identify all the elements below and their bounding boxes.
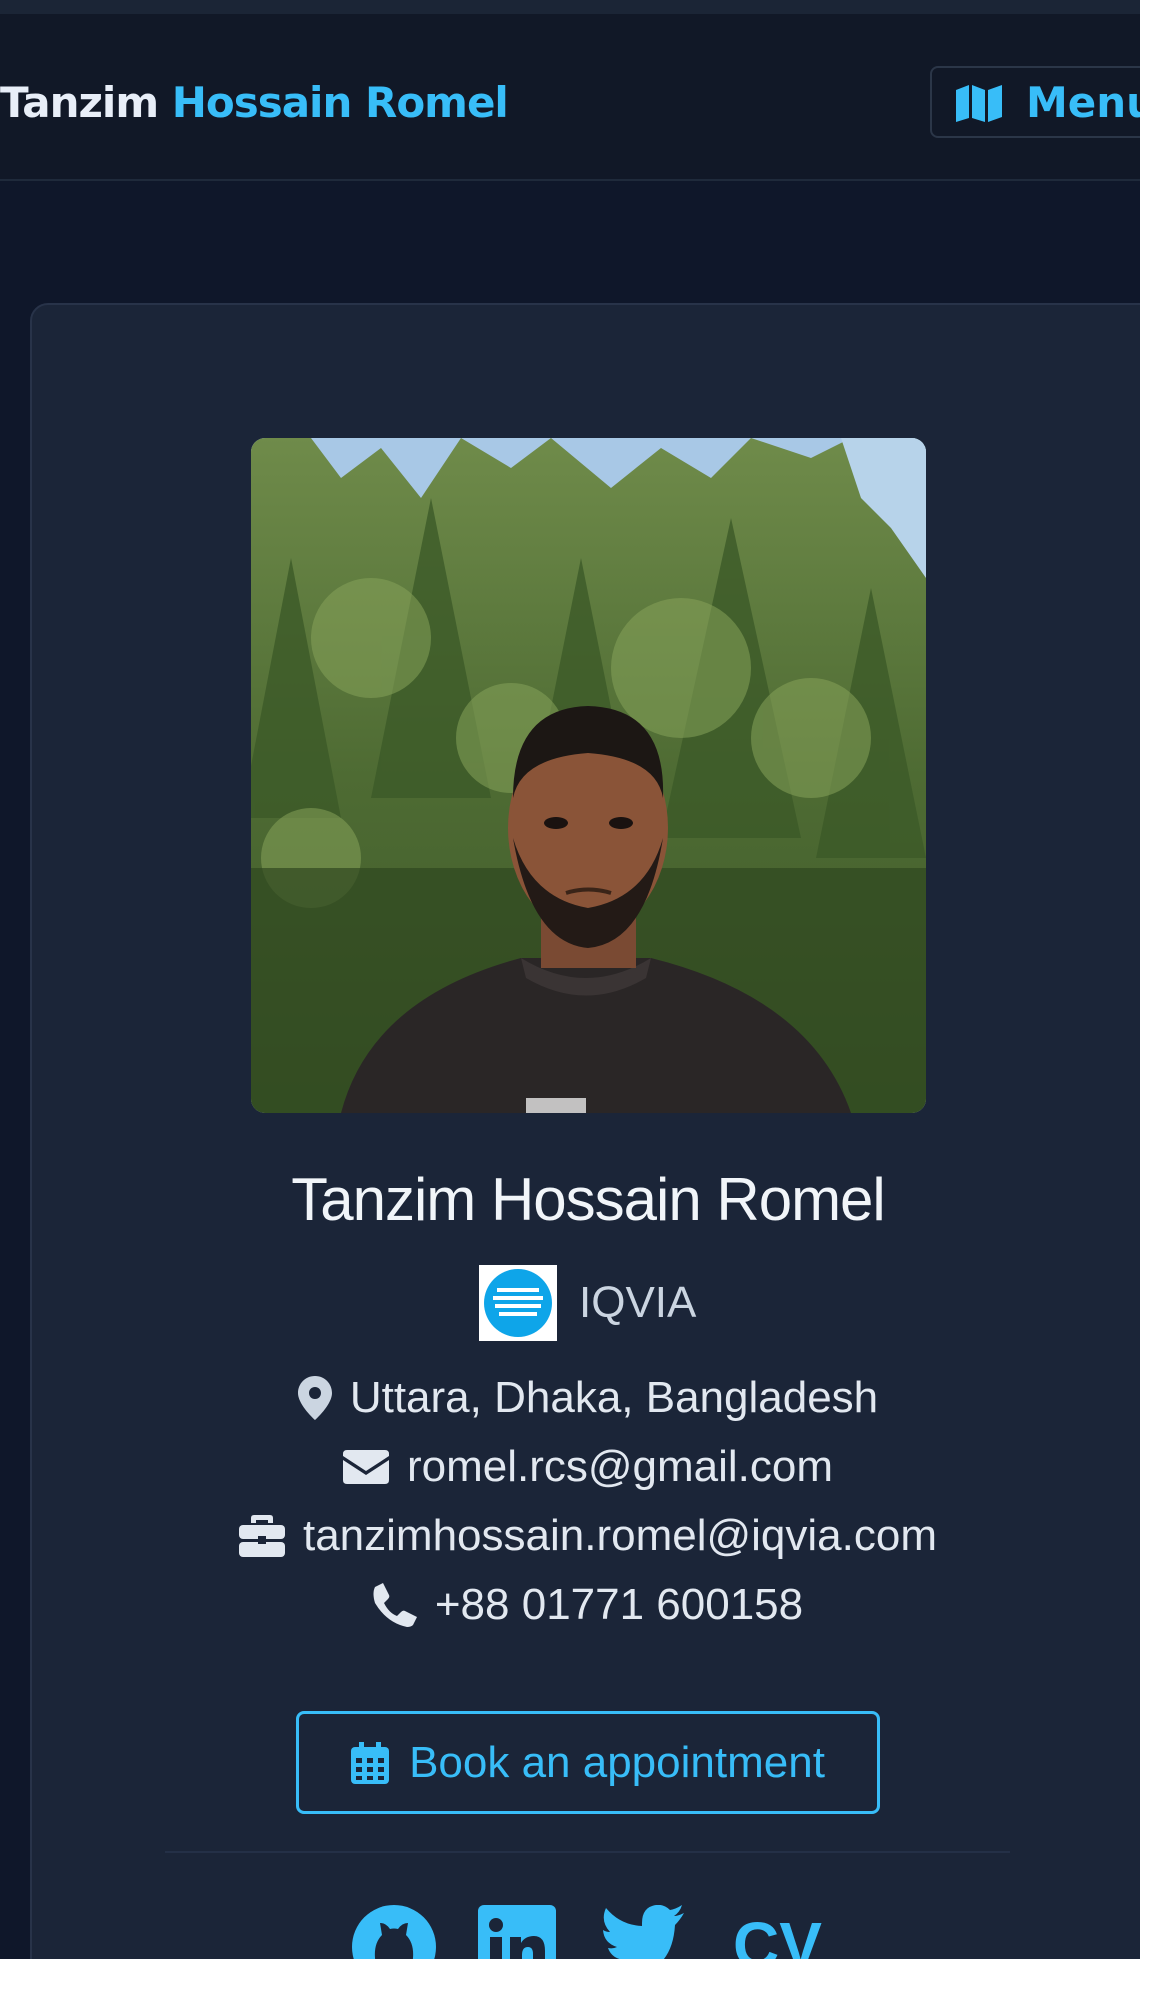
email-row[interactable]: romel.rcs@gmail.com xyxy=(0,1442,1140,1492)
book-appointment-label: Book an appointment xyxy=(409,1737,825,1787)
menu-button[interactable]: Menu xyxy=(930,66,1140,138)
location-text: Uttara, Dhaka, Bangladesh xyxy=(349,1373,879,1422)
phone-icon xyxy=(373,1583,417,1627)
calendar-icon xyxy=(351,1741,390,1784)
work-email-row[interactable]: tanzimhossain.romel@iqvia.com xyxy=(0,1511,1140,1561)
profile-photo xyxy=(251,438,926,1113)
divider xyxy=(165,1851,1010,1853)
brand-link[interactable]: Tanzim Hossain Romel xyxy=(0,78,509,127)
twitter-icon xyxy=(603,1905,684,1959)
brand-rest: Hossain Romel xyxy=(158,78,509,127)
top-strip xyxy=(0,0,1140,14)
briefcase-icon xyxy=(238,1515,285,1557)
map-icon xyxy=(956,85,1002,122)
company-row: IQVIA xyxy=(479,1264,696,1342)
cv-link[interactable]: CV xyxy=(733,1908,822,1959)
profile-name: Tanzim Hossain Romel xyxy=(291,1166,886,1233)
location-row: Uttara, Dhaka, Bangladesh xyxy=(0,1373,1140,1423)
page: Tanzim Hossain Romel Menu xyxy=(0,0,1140,1959)
company-logo xyxy=(479,1265,557,1341)
github-link[interactable] xyxy=(352,1905,436,1959)
envelope-icon xyxy=(342,1450,389,1484)
book-appointment-button[interactable]: Book an appointment xyxy=(296,1711,880,1814)
company-name: IQVIA xyxy=(579,1278,697,1327)
phone-text: +88 01771 600158 xyxy=(434,1580,804,1629)
github-icon xyxy=(352,1905,436,1959)
linkedin-icon xyxy=(478,1905,556,1959)
navbar: Tanzim Hossain Romel Menu xyxy=(0,14,1140,181)
work-email-text: tanzimhossain.romel@iqvia.com xyxy=(302,1511,937,1560)
brand-first: Tanzim xyxy=(0,78,159,127)
location-pin-icon xyxy=(297,1376,332,1420)
linkedin-link[interactable] xyxy=(478,1905,556,1959)
twitter-link[interactable] xyxy=(600,1905,684,1959)
email-text: romel.rcs@gmail.com xyxy=(406,1442,834,1491)
menu-label: Menu xyxy=(1026,77,1140,127)
phone-row[interactable]: +88 01771 600158 xyxy=(0,1580,1140,1630)
